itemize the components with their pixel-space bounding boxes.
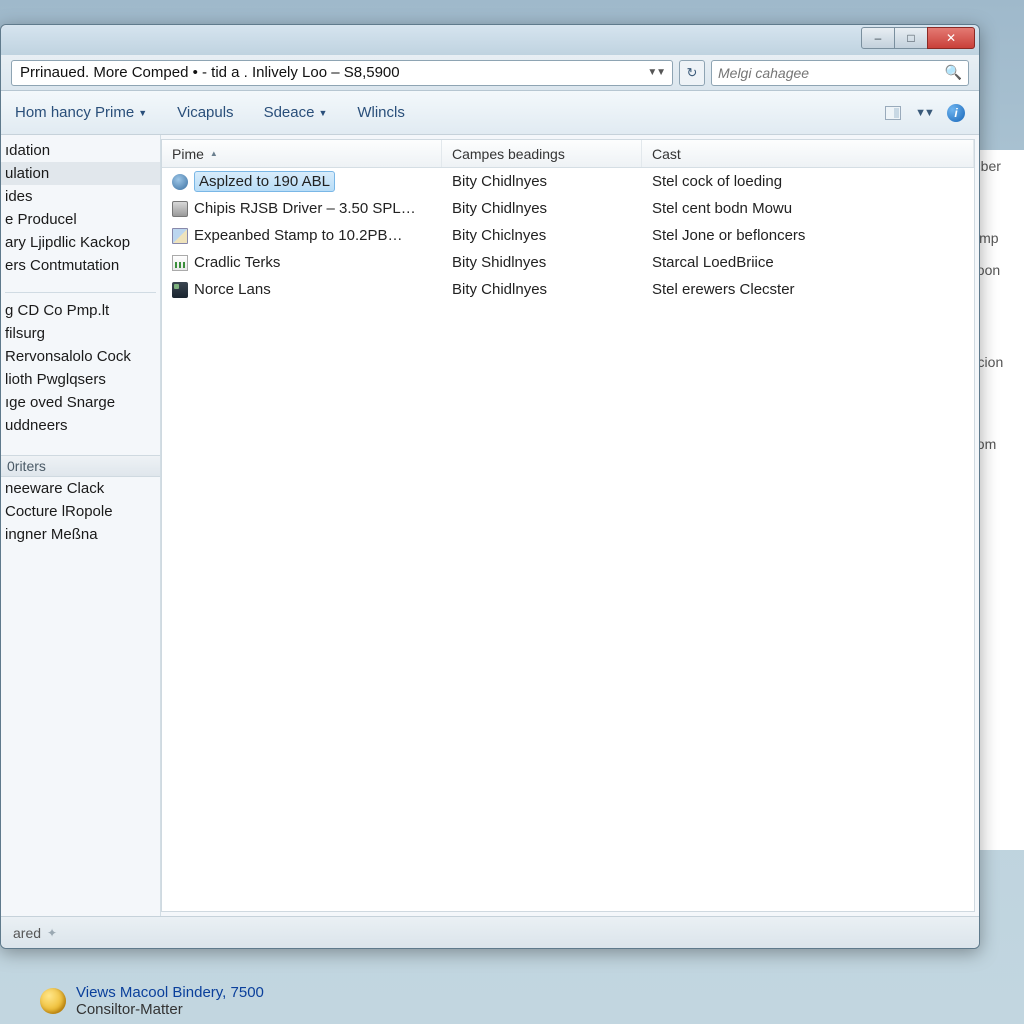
file-name: Cradlic Terks xyxy=(194,254,280,271)
menu-label: Sdeace xyxy=(264,104,315,121)
device-icon xyxy=(172,282,188,298)
file-list-pane: Pime ▲ Campes beadings Cast Asplzed to 1… xyxy=(161,139,975,912)
favorite-star-icon[interactable]: ✦ xyxy=(47,926,57,940)
globe-icon xyxy=(172,174,188,190)
maximize-icon: □ xyxy=(907,31,914,45)
taskbar-text: Views Macool Bindery, 7500 Consiltor-Mat… xyxy=(76,984,264,1018)
chart-icon xyxy=(172,255,188,271)
column-header-cast[interactable]: Cast xyxy=(642,140,974,167)
file-name: Norce Lans xyxy=(194,281,271,298)
address-bar[interactable]: Prrinaued. More Comped • - tid a . Inliv… xyxy=(11,60,673,86)
column-header-name[interactable]: Pime ▲ xyxy=(162,140,442,167)
cell-cast: Stel cent bodn Mowu xyxy=(642,200,974,217)
column-header-campes[interactable]: Campes beadings xyxy=(442,140,642,167)
search-input[interactable] xyxy=(718,65,945,81)
status-bar: ared ✦ xyxy=(1,916,979,948)
menu-vicapuls[interactable]: Vicapuls xyxy=(177,104,233,121)
cell-campes: Bity Chiclnyes xyxy=(442,227,642,244)
sidebar-item[interactable]: ulation xyxy=(1,162,160,185)
taskbar-shield-icon xyxy=(40,988,66,1014)
sidebar-item[interactable]: ıdation xyxy=(1,139,160,162)
status-text: ared xyxy=(13,925,41,941)
sidebar-separator xyxy=(5,283,156,293)
cell-campes: Bity Chidlnyes xyxy=(442,173,642,190)
cell-cast: Stel Jone or befloncers xyxy=(642,227,974,244)
caption-button-group: – □ ✕ xyxy=(862,27,975,49)
sort-indicator-icon: ▲ xyxy=(210,149,218,158)
sidebar-group-header[interactable]: 0riters xyxy=(1,455,160,477)
table-row[interactable]: Chipis RJSB Driver – 3.50 SPL… Bity Chid… xyxy=(162,195,974,222)
sidebar-item[interactable]: Rervonsalolo Cock xyxy=(1,345,160,368)
table-row[interactable]: Asplzed to 190 ABL Bity Chidlnyes Stel c… xyxy=(162,168,974,195)
close-button[interactable]: ✕ xyxy=(927,27,975,49)
taskbar-line1: Views Macool Bindery, 7500 xyxy=(76,984,264,1001)
refresh-button[interactable]: ↻ xyxy=(679,60,705,86)
sidebar-item[interactable]: g CD Co Pmp.lt xyxy=(1,299,160,322)
column-headers: Pime ▲ Campes beadings Cast xyxy=(162,140,974,168)
minimize-button[interactable]: – xyxy=(861,27,895,49)
cell-campes: Bity Shidlnyes xyxy=(442,254,642,271)
cell-campes: Bity Chidlnyes xyxy=(442,200,642,217)
menu-label: Vicapuls xyxy=(177,104,233,121)
close-icon: ✕ xyxy=(946,31,956,45)
sidebar-item[interactable]: ary Ljipdlic Kackop xyxy=(1,231,160,254)
address-text: Prrinaued. More Comped • - tid a . Inliv… xyxy=(20,64,400,81)
cell-campes: Bity Chidlnyes xyxy=(442,281,642,298)
body-split: ıdation ulation ides e Producel ary Ljip… xyxy=(1,135,979,916)
sidebar-item[interactable]: lioth Pwglqsers xyxy=(1,368,160,391)
cell-cast: Starcal LoedBriice xyxy=(642,254,974,271)
explorer-window: – □ ✕ Prrinaued. More Comped • - tid a .… xyxy=(0,24,980,949)
minimize-icon: – xyxy=(875,31,882,45)
views-dropdown-icon[interactable]: ▼▼ xyxy=(915,104,933,122)
chevron-down-icon: ▼ xyxy=(138,108,147,118)
sidebar-item[interactable]: ingner Meßna xyxy=(1,523,160,546)
menu-label: Hom hancy Prime xyxy=(15,104,134,121)
menu-hom-hancy-prime[interactable]: Hom hancy Prime ▼ xyxy=(15,104,147,121)
help-icon[interactable]: i xyxy=(947,104,965,122)
navigation-sidebar[interactable]: ıdation ulation ides e Producel ary Ljip… xyxy=(1,135,161,916)
menu-label: Wlincls xyxy=(357,104,405,121)
image-icon xyxy=(172,228,188,244)
cell-cast: Stel cock of loeding xyxy=(642,173,974,190)
column-label: Pime xyxy=(172,146,204,162)
sidebar-item[interactable]: ıge oved Snarge xyxy=(1,391,160,414)
search-icon[interactable]: 🔍 xyxy=(945,64,962,81)
file-name: Asplzed to 190 ABL xyxy=(194,171,335,192)
sidebar-item[interactable]: Cocture lRopole xyxy=(1,500,160,523)
table-row[interactable]: Expeanbed Stamp to 10.2PB… Bity Chiclnye… xyxy=(162,222,974,249)
sidebar-item[interactable]: ers Contmutation xyxy=(1,254,160,277)
sidebar-item[interactable]: uddneers xyxy=(1,414,160,437)
taskbar-item[interactable]: Views Macool Bindery, 7500 Consiltor-Mat… xyxy=(40,984,264,1018)
table-row[interactable]: Cradlic Terks Bity Shidlnyes Starcal Loe… xyxy=(162,249,974,276)
file-name: Chipis RJSB Driver – 3.50 SPL… xyxy=(194,200,416,217)
refresh-icon: ↻ xyxy=(687,65,698,81)
preview-pane-icon[interactable] xyxy=(885,106,901,120)
toolbar: Hom hancy Prime ▼ Vicapuls Sdeace ▼ Wlin… xyxy=(1,91,979,135)
sidebar-item[interactable]: filsurg xyxy=(1,322,160,345)
taskbar-line2: Consiltor-Matter xyxy=(76,1001,264,1018)
address-bar-row: Prrinaued. More Comped • - tid a . Inliv… xyxy=(1,55,979,91)
sidebar-item[interactable]: neeware Clack xyxy=(1,477,160,500)
chevron-down-icon: ▼ xyxy=(318,108,327,118)
cell-cast: Stel erewers Clecster xyxy=(642,281,974,298)
titlebar[interactable]: – □ ✕ xyxy=(1,25,979,55)
menu-sdeace[interactable]: Sdeace ▼ xyxy=(264,104,328,121)
sidebar-item[interactable]: ides xyxy=(1,185,160,208)
file-name: Expeanbed Stamp to 10.2PB… xyxy=(194,227,402,244)
column-label: Cast xyxy=(652,146,681,162)
file-rows[interactable]: Asplzed to 190 ABL Bity Chidlnyes Stel c… xyxy=(162,168,974,911)
menu-wlincls[interactable]: Wlincls xyxy=(357,104,405,121)
maximize-button[interactable]: □ xyxy=(894,27,928,49)
table-row[interactable]: Norce Lans Bity Chidlnyes Stel erewers C… xyxy=(162,276,974,303)
search-box[interactable]: 🔍 xyxy=(711,60,969,86)
disk-icon xyxy=(172,201,188,217)
toolbar-right-icons: ▼▼ i xyxy=(885,104,965,122)
sidebar-item[interactable]: e Producel xyxy=(1,208,160,231)
address-dropdown-icon[interactable]: ▼ ▼ xyxy=(647,67,664,78)
column-label: Campes beadings xyxy=(452,146,565,162)
